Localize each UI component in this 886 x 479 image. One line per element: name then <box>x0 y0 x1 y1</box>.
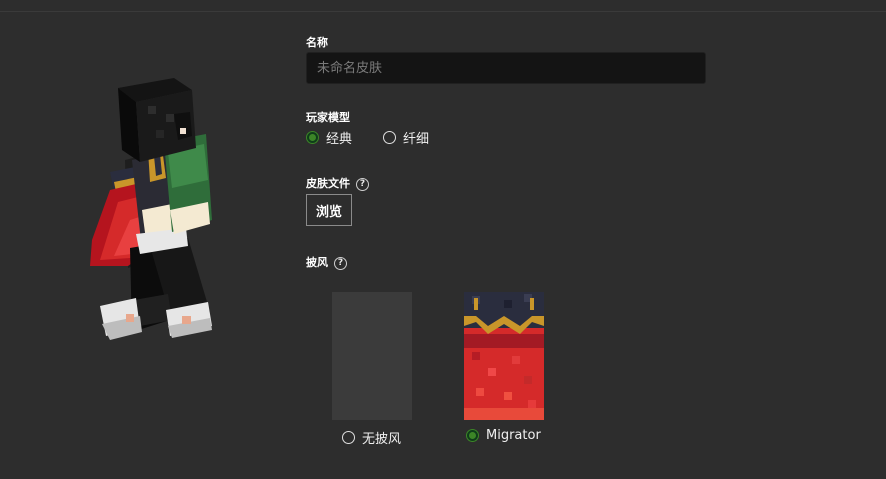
help-icon[interactable]: ? <box>334 256 347 270</box>
cape-label-text: 披风 <box>306 256 328 269</box>
migrator-cape-image <box>464 292 544 420</box>
radio-selected-icon <box>306 131 319 144</box>
skin-preview-figure <box>90 78 212 340</box>
cape-option-migrator-label: Migrator <box>486 428 541 443</box>
browse-button[interactable]: 浏览 <box>306 194 352 226</box>
model-option-slim-label: 纤细 <box>403 132 430 147</box>
help-icon[interactable]: ? <box>356 177 369 191</box>
skin-form: 名称 玩家模型 经典 纤细 皮肤文件? 浏览 披风? <box>306 0 726 479</box>
skin-preview[interactable] <box>70 70 240 360</box>
player-model-label: 玩家模型 <box>306 111 350 124</box>
model-option-slim[interactable]: 纤细 <box>383 128 429 147</box>
skin-file-label: 皮肤文件? <box>306 175 369 191</box>
cape-option-migrator-preview[interactable] <box>464 292 544 420</box>
skin-file-label-text: 皮肤文件 <box>306 177 350 190</box>
cape-label: 披风? <box>306 254 347 270</box>
radio-unselected-icon <box>383 131 396 144</box>
radio-selected-icon <box>466 429 479 442</box>
cape-option-migrator[interactable]: Migrator <box>466 428 541 443</box>
cape-option-none[interactable]: 无披风 <box>342 428 401 447</box>
radio-unselected-icon <box>342 431 355 444</box>
name-label: 名称 <box>306 36 328 49</box>
cape-option-none-preview[interactable] <box>332 292 412 420</box>
model-option-classic-label: 经典 <box>326 132 353 147</box>
model-option-classic[interactable]: 经典 <box>306 128 352 147</box>
skin-name-input[interactable] <box>306 52 706 84</box>
cape-option-none-label: 无披风 <box>362 432 402 447</box>
